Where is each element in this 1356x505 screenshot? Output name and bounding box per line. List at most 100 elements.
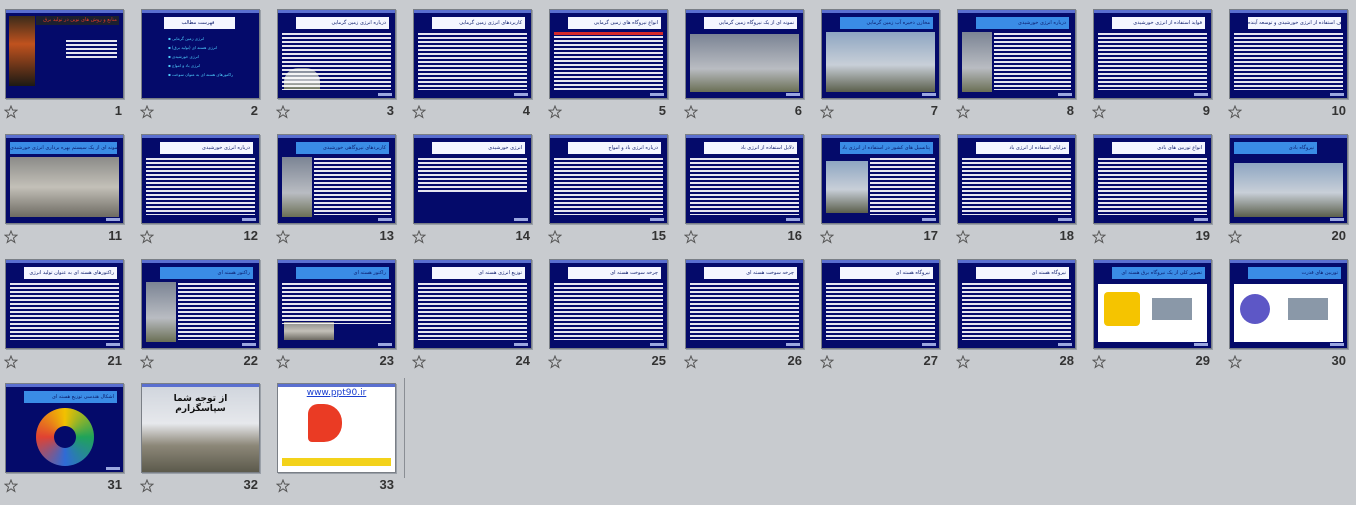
toc-item: ▪ راکتورهای هسته ای به عنوان سوخت: [168, 72, 234, 77]
slide-transition-icon[interactable]: [139, 354, 155, 369]
slide-transition-icon[interactable]: [819, 104, 835, 119]
slide-cell: مصارف استفاده از انرژی خورشیدی و توسعه آ…: [1224, 4, 1356, 128]
slide-text-lines: [994, 33, 1071, 90]
red-band: [554, 32, 663, 35]
slide-number: 28: [1059, 353, 1074, 368]
slide-thumbnail[interactable]: درباره انرژی زمین گرمایی: [277, 9, 396, 99]
slide-thumbnail[interactable]: نمونه ای از یک نیروگاه زمین گرمایی: [685, 9, 804, 99]
slide-title: توربین های قدرت: [1248, 267, 1341, 279]
slide-header-stripe: [686, 260, 803, 263]
slide-footer: [1330, 218, 1344, 221]
slide-text-lines: [418, 283, 527, 340]
slide-thumbnail[interactable]: توزیع انرژی هسته ای: [413, 259, 532, 349]
slide-cell: نیروگاه هسته ای 28: [952, 254, 1088, 378]
slide-title: راکتورهای هسته ای به عنوان تولید انرژی: [24, 267, 117, 279]
slide-thumbnail[interactable]: درباره انرژی خورشیدی: [141, 134, 260, 224]
slide-transition-icon[interactable]: [275, 354, 291, 369]
slide-transition-icon[interactable]: [683, 104, 699, 119]
slide-footer: [378, 218, 392, 221]
slide-thumbnail[interactable]: درباره انرژی باد و امواج: [549, 134, 668, 224]
slide-thumbnail[interactable]: چرخه سوخت هسته ای: [549, 259, 668, 349]
slide-transition-icon[interactable]: [683, 229, 699, 244]
slide-sorter-pane: منابع و روش های نوین در تولید برق 1 فهرست …: [0, 0, 1356, 505]
slide-transition-icon[interactable]: [1091, 354, 1107, 369]
slide-transition-icon[interactable]: [1227, 354, 1243, 369]
slide-number: 26: [787, 353, 802, 368]
slide-diagram: [1234, 284, 1343, 342]
slide-thumbnail[interactable]: از توجه شما سپاسگزارم: [141, 383, 260, 473]
slide-cell: راکتورهای هسته ای به عنوان تولید انرژی 21: [0, 254, 136, 378]
slide-thumbnail[interactable]: فواید استفاده از انرژی خورشیدی: [1093, 9, 1212, 99]
slide-thumbnail[interactable]: درباره انرژی خورشیدی: [957, 9, 1076, 99]
slide-thumbnail[interactable]: مخازن ذخیره آب زمین گرمایی: [821, 9, 940, 99]
slide-transition-icon[interactable]: [139, 229, 155, 244]
slide-thumbnail[interactable]: انرژی خورشیدی: [413, 134, 532, 224]
slide-cell: چرخه سوخت هسته ای 26: [680, 254, 816, 378]
slide-thumbnail[interactable]: چرخه سوخت هسته ای: [685, 259, 804, 349]
slide-thumbnail[interactable]: انواع نیروگاه های زمین گرمایی: [549, 9, 668, 99]
slide-thumbnail[interactable]: راکتورهای هسته ای به عنوان تولید انرژی: [5, 259, 124, 349]
slide-thumbnail[interactable]: www.ppt90.ir: [277, 383, 396, 473]
slide-transition-icon[interactable]: [819, 229, 835, 244]
slide-thumbnail[interactable]: نیروگاه هسته ای: [821, 259, 940, 349]
slide-transition-icon[interactable]: [955, 354, 971, 369]
slide-thumbnail[interactable]: دلایل استفاده از انرژی باد: [685, 134, 804, 224]
slide-thumbnail[interactable]: توربین های قدرت: [1229, 259, 1348, 349]
slide-thumbnail[interactable]: نیروگاه بادی: [1229, 134, 1348, 224]
slide-thumbnail[interactable]: مصارف استفاده از انرژی خورشیدی و توسعه آ…: [1229, 9, 1348, 99]
slide-title: انواع توربین های بادی: [1112, 142, 1205, 154]
slide-thumbnail[interactable]: تصویر کلی از یک نیروگاه برق هسته ای: [1093, 259, 1212, 349]
slide-transition-icon[interactable]: [275, 478, 291, 493]
slide-footer: [106, 467, 120, 470]
slide-text-lines: [554, 158, 663, 215]
slide-title: درباره انرژی خورشیدی: [160, 142, 253, 154]
slide-transition-icon[interactable]: [275, 229, 291, 244]
slide-transition-icon[interactable]: [3, 229, 19, 244]
slide-transition-icon[interactable]: [1091, 229, 1107, 244]
slide-thumbnail[interactable]: نیروگاه هسته ای: [957, 259, 1076, 349]
slide-transition-icon[interactable]: [3, 354, 19, 369]
slide-header-stripe: [414, 10, 531, 13]
slide-transition-icon[interactable]: [547, 229, 563, 244]
slide-thumbnail[interactable]: اشکال هندسی توزیع هسته ای: [5, 383, 124, 473]
slide-thumbnail[interactable]: منابع و روش های نوین در تولید برق: [5, 9, 124, 99]
slide-thumbnail[interactable]: کاربردهای انرژی زمین گرمایی: [413, 9, 532, 99]
slide-text-lines: [1098, 158, 1207, 215]
slide-transition-icon[interactable]: [547, 354, 563, 369]
slide-cell: فهرست مطالب ▪ انرژی زمین گرمایی ▪ انرژی هس…: [136, 4, 272, 128]
slide-transition-icon[interactable]: [3, 478, 19, 493]
slide-transition-icon[interactable]: [139, 104, 155, 119]
slide-thumbnail[interactable]: فهرست مطالب ▪ انرژی زمین گرمایی ▪ انرژی هس…: [141, 9, 260, 99]
slide-transition-icon[interactable]: [955, 104, 971, 119]
slide-title: کاربردهای انرژی زمین گرمایی: [432, 17, 525, 29]
slide-transition-icon[interactable]: [275, 104, 291, 119]
slide-photo: [826, 32, 935, 92]
slide-thumbnail[interactable]: انواع توربین های بادی: [1093, 134, 1212, 224]
slide-transition-icon[interactable]: [955, 229, 971, 244]
slide-number: 29: [1195, 353, 1210, 368]
slide-transition-icon[interactable]: [139, 478, 155, 493]
slide-thumbnail[interactable]: مزایای استفاده از انرژی باد: [957, 134, 1076, 224]
slide-thumbnail[interactable]: راکتور هسته ای: [277, 259, 396, 349]
slide-thumbnail[interactable]: راکتور هسته ای: [141, 259, 260, 349]
slide-transition-icon[interactable]: [3, 104, 19, 119]
cover-lines: [66, 40, 117, 58]
slide-transition-icon[interactable]: [547, 104, 563, 119]
slide-thumbnail[interactable]: نمونه ای از یک سیستم بهره برداری انرژی خ…: [5, 134, 124, 224]
slide-transition-icon[interactable]: [683, 354, 699, 369]
slide-transition-icon[interactable]: [411, 354, 427, 369]
slide-transition-icon[interactable]: [1227, 104, 1243, 119]
slide-transition-icon[interactable]: [1227, 229, 1243, 244]
slide-transition-icon[interactable]: [1091, 104, 1107, 119]
insertion-divider: [404, 378, 405, 478]
slide-text-lines: [962, 158, 1071, 215]
slide-transition-icon[interactable]: [411, 229, 427, 244]
slide-transition-icon[interactable]: [411, 104, 427, 119]
slide-thumbnail[interactable]: کاربردهای نیروگاهی خورشیدی: [277, 134, 396, 224]
slide-thumbnail[interactable]: پتانسیل های کشور در استفاده از انرژی باد: [821, 134, 940, 224]
slide-cell: درباره انرژی خورشیدی 12: [136, 129, 272, 253]
slide-number: 3: [386, 103, 394, 118]
slide-transition-icon[interactable]: [819, 354, 835, 369]
slide-header-stripe: [6, 10, 123, 13]
slide-photo: [282, 157, 312, 217]
